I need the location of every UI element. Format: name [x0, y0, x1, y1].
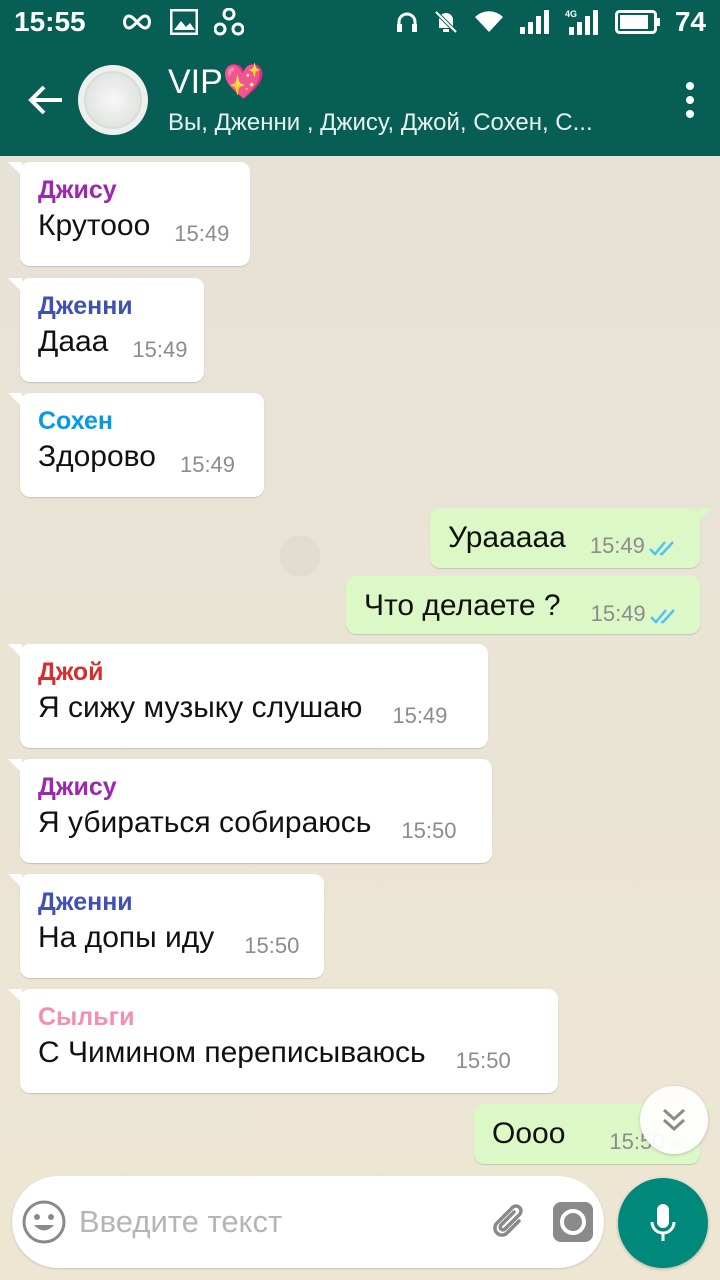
headset-icon — [395, 10, 419, 34]
overflow-menu-button[interactable] — [660, 44, 720, 156]
sparkling-heart-icon: 💖 — [222, 63, 266, 101]
svg-text:4G: 4G — [565, 9, 577, 19]
message-text: Дааа — [38, 325, 109, 358]
message-bubble-incoming[interactable]: Джой Я сижу музыку слушаю 15:49 — [8, 644, 488, 748]
message-text: Я сижу музыку слушаю — [38, 691, 363, 724]
status-bar: 15:55 4G 74 — [0, 0, 720, 44]
message-time: 15:50 — [401, 818, 457, 843]
signal-4g-icon: 4G — [565, 8, 601, 36]
message-text: Урааааа — [448, 521, 566, 554]
arrow-left-icon — [28, 85, 62, 115]
message-text: Здорово — [38, 440, 156, 473]
message-text: Оооо — [492, 1117, 566, 1150]
back-button[interactable] — [14, 44, 78, 156]
voice-record-button[interactable] — [618, 1178, 708, 1268]
double-chevron-down-icon — [662, 1108, 686, 1132]
camera-button[interactable] — [541, 1176, 604, 1268]
message-sender: Сыльги — [38, 1003, 135, 1031]
message-time: 15:49 — [392, 703, 448, 728]
message-bubble-incoming[interactable]: Дженни На допы иду 15:50 — [8, 874, 324, 978]
chat-header: VIP💖 Вы, Дженни , Джису, Джой, Сохен, С.… — [0, 44, 720, 156]
message-sender: Дженни — [38, 888, 133, 916]
gallery-icon — [169, 9, 198, 35]
smiley-icon — [22, 1200, 65, 1244]
paperclip-icon — [492, 1204, 523, 1237]
message-bubble-outgoing[interactable]: Урааааа 15:49 — [430, 508, 712, 568]
group-members: Вы, Дженни , Джису, Джой, Сохен, С... — [168, 109, 593, 136]
message-text: Что делаете ? — [364, 589, 561, 622]
message-bubble-incoming[interactable]: Джису Крутооо 15:49 — [8, 162, 250, 266]
message-bubble-outgoing[interactable]: Что делаете ? 15:49 — [346, 576, 700, 634]
battery-icon — [614, 10, 661, 34]
message-sender: Джой — [38, 658, 104, 686]
group-info[interactable]: VIP💖 Вы, Дженни , Джису, Джой, Сохен, С.… — [168, 62, 660, 138]
message-sender: Джису — [38, 773, 117, 801]
message-list[interactable]: Джису Крутооо 15:49 Дженни Дааа 15:49 Со… — [0, 156, 720, 1280]
message-time: 15:49 — [179, 452, 236, 477]
signal-icon — [519, 9, 551, 35]
microphone-icon — [650, 1204, 676, 1241]
message-input[interactable] — [75, 1192, 478, 1252]
message-time: 15:49 — [174, 221, 230, 246]
group-title: VIP💖 — [168, 63, 266, 101]
infinity-icon — [120, 12, 154, 32]
scroll-to-bottom-button[interactable] — [640, 1086, 708, 1154]
more-vertical-icon — [686, 82, 694, 118]
message-composer — [12, 1176, 604, 1268]
message-time: 15:49 — [132, 337, 188, 362]
message-time: 15:49 — [590, 601, 646, 626]
message-bubble-incoming[interactable]: Дженни Дааа 15:49 — [8, 278, 204, 382]
message-sender: Джису — [38, 176, 117, 204]
message-text: Я убираться собираюсь — [38, 806, 372, 839]
emoji-button[interactable] — [12, 1176, 75, 1268]
message-text: С Чимином переписываюсь — [38, 1036, 426, 1069]
message-bubble-incoming[interactable]: Сохен Здорово 15:49 — [8, 393, 264, 497]
status-time: 15:55 — [14, 6, 86, 37]
double-check-read-icon — [649, 609, 675, 624]
camera-icon — [552, 1202, 593, 1242]
message-bubble-incoming[interactable]: Джису Я убираться собираюсь 15:50 — [8, 759, 492, 863]
message-time: 15:50 — [455, 1048, 511, 1073]
share-nodes-icon — [213, 8, 244, 36]
attach-button[interactable] — [478, 1176, 541, 1268]
message-sender: Сохен — [38, 407, 113, 435]
group-avatar[interactable] — [78, 65, 148, 135]
message-text: На допы иду — [38, 921, 215, 954]
message-text: Крутооо — [38, 209, 151, 242]
message-time: 15:49 — [589, 533, 645, 558]
mute-bell-icon — [433, 9, 459, 35]
message-bubble-incoming[interactable]: Сыльги С Чимином переписываюсь 15:50 — [8, 989, 558, 1093]
battery-percent: 74 — [674, 6, 706, 37]
double-check-read-icon — [649, 541, 674, 556]
wifi-icon — [473, 10, 505, 34]
message-time: 15:50 — [244, 933, 300, 958]
message-sender: Дженни — [38, 292, 133, 320]
